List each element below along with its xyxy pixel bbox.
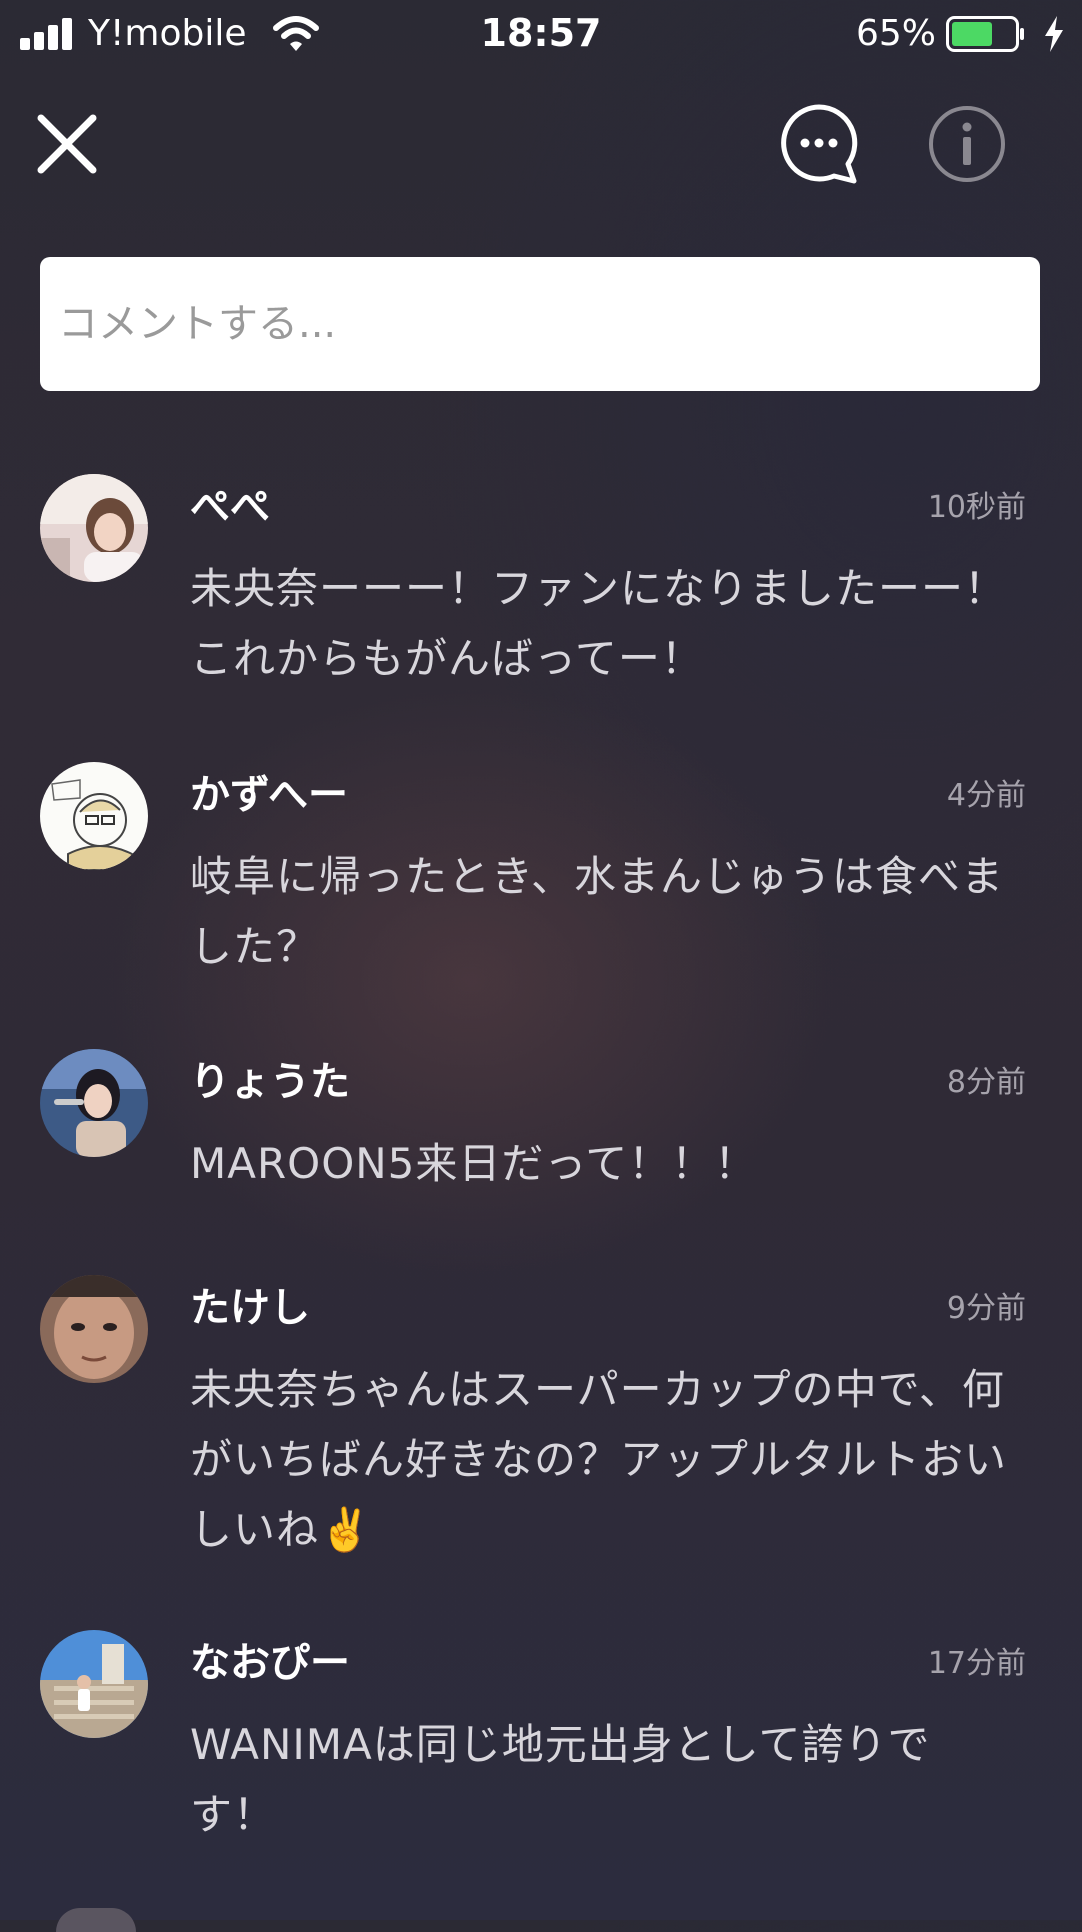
avatar[interactable] <box>40 474 148 582</box>
comment-text: WANIMAは同じ地元出身として誇りです！ <box>190 1720 931 1839</box>
avatar[interactable] <box>40 1630 148 1738</box>
comment-text: 未央奈ちゃんはスーパーカップの中で、何がいちばん好きなの？アップルタルトおいしい… <box>190 1355 1010 1565</box>
avatar[interactable] <box>40 1049 148 1157</box>
comment-time: 8分前 <box>946 1065 1026 1100</box>
avatar[interactable] <box>40 1275 148 1383</box>
battery-percent: 65% <box>855 13 936 54</box>
comment-text-body: 未央奈ちゃんはスーパーカップの中で、何がいちばん好きなの？アップルタルトおいしい… <box>190 1365 1008 1554</box>
avatar[interactable] <box>56 1908 136 1932</box>
close-icon[interactable] <box>28 105 106 183</box>
comment-author[interactable]: ぺぺ <box>190 484 270 530</box>
battery-icon <box>946 16 1024 52</box>
comment-time: 4分前 <box>946 778 1026 813</box>
comment-time: 10秒前 <box>927 490 1026 525</box>
comment-text: MAROON5来日だって！！！ <box>190 1139 758 1188</box>
comment-author[interactable]: かずへー <box>190 772 348 818</box>
peace-emoji: ✌️ <box>319 1505 373 1554</box>
comment-time: 9分前 <box>946 1291 1026 1326</box>
comment-author[interactable]: なおぴー <box>190 1640 350 1686</box>
comment-author[interactable]: りょうた <box>190 1059 350 1105</box>
speech-bubble-icon[interactable] <box>776 101 862 187</box>
comment-text: 未央奈ーーー！ファンになりましたーー！これからもがんばってー！ <box>190 564 1008 683</box>
comment-time: 17分前 <box>927 1646 1026 1681</box>
comment-author[interactable]: たけし <box>190 1285 310 1331</box>
charging-bolt-icon <box>1045 16 1063 52</box>
comment-text: 岐阜に帰ったとき、水まんじゅうは食べました？ <box>190 852 1005 971</box>
avatar[interactable] <box>40 762 148 870</box>
status-bar: Y!mobile 18:57 65% <box>0 0 1082 70</box>
comment-input[interactable]: コメントする... <box>40 257 1040 391</box>
info-icon[interactable] <box>926 103 1008 185</box>
